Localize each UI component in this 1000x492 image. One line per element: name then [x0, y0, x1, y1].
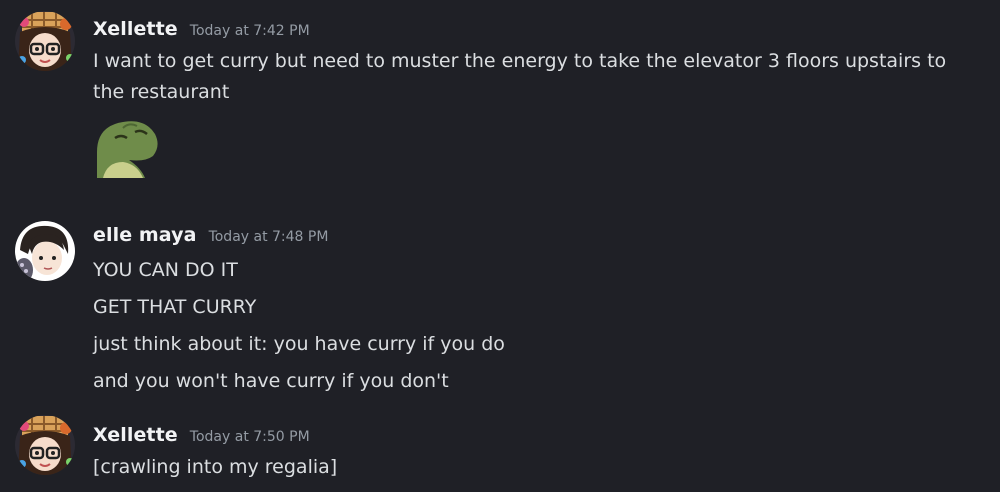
message-content: Xellette Today at 7:42 PM I want to get … [93, 18, 984, 180]
timestamp[interactable]: Today at 7:48 PM [209, 229, 329, 245]
avatar[interactable] [14, 220, 76, 282]
avatar-image [15, 415, 75, 475]
message-text: just think about it: you have curry if y… [93, 333, 505, 355]
chat-messages: Xellette Today at 7:42 PM I want to get … [0, 0, 1000, 492]
message-content: elle maya Today at 7:48 PM YOU CAN DO IT… [93, 224, 984, 400]
message-text: YOU CAN DO IT [93, 259, 238, 281]
message-text: I want to get curry but need to muster t… [93, 50, 947, 72]
username[interactable]: Xellette [93, 424, 178, 446]
avatar[interactable] [14, 10, 76, 72]
frog-emoji-image[interactable] [93, 112, 161, 180]
message-text: the restaurant [93, 81, 230, 103]
avatar[interactable] [14, 414, 76, 476]
frog-icon [97, 121, 158, 178]
message-content: Xellette Today at 7:50 PM [crawling into… [93, 424, 984, 483]
message-header: Xellette Today at 7:50 PM [93, 424, 984, 452]
message-text: [crawling into my regalia] [93, 456, 338, 478]
username[interactable]: Xellette [93, 18, 178, 40]
timestamp[interactable]: Today at 7:42 PM [190, 23, 310, 39]
username[interactable]: elle maya [93, 224, 197, 246]
message-text: GET THAT CURRY [93, 296, 257, 318]
avatar-image [15, 221, 75, 281]
avatar-image [15, 11, 75, 71]
message-header: Xellette Today at 7:42 PM [93, 18, 984, 46]
message-header: elle maya Today at 7:48 PM [93, 224, 984, 252]
message-text: and you won't have curry if you don't [93, 370, 449, 392]
timestamp[interactable]: Today at 7:50 PM [190, 429, 310, 445]
